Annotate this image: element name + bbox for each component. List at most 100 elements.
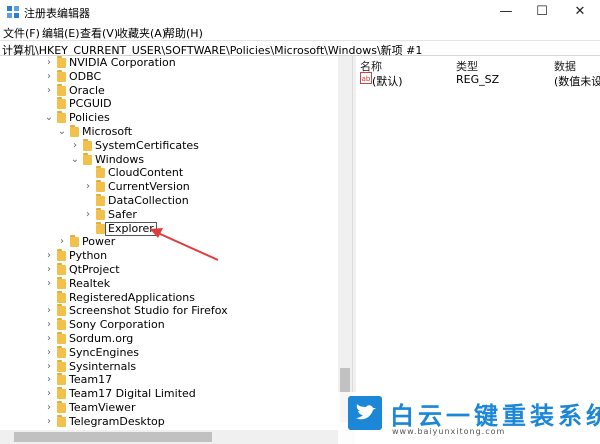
chevron-right-icon[interactable]: ›: [44, 70, 54, 84]
values-list[interactable]: 名称 类型 数据 ab (默认) REG_SZ (数值未设置): [356, 56, 600, 444]
tree-item[interactable]: › SystemCertificates: [0, 138, 338, 153]
tree-item-label: Sony Corporation: [69, 318, 165, 332]
folder-icon: [57, 359, 66, 372]
tree-item-label: Safer: [108, 207, 137, 221]
tree-item-label: Realtek: [69, 276, 111, 290]
tree-item[interactable]: › Oracle: [0, 83, 338, 98]
tree-item-label: RegisteredApplications: [69, 290, 195, 304]
close-button[interactable]: ✕: [560, 0, 600, 24]
menu-view[interactable]: 查看(V): [80, 25, 118, 41]
folder-icon: [57, 111, 66, 124]
tree-item[interactable]: CloudContent: [0, 166, 338, 180]
tree-item[interactable]: ⌄ Windows: [0, 152, 338, 167]
chevron-right-icon[interactable]: ›: [44, 249, 54, 263]
chevron-down-icon[interactable]: ⌄: [44, 111, 54, 125]
tree-item-label: PCGUID: [69, 97, 112, 111]
chevron-right-icon[interactable]: ›: [44, 263, 54, 277]
tree-item[interactable]: › SyncEngines: [0, 345, 338, 360]
folder-icon: [57, 304, 66, 317]
menu-help[interactable]: 帮助(H): [164, 25, 203, 41]
chevron-down-icon[interactable]: ⌄: [70, 153, 80, 167]
tree-item[interactable]: RegisteredApplications: [0, 290, 338, 305]
folder-icon: [70, 235, 79, 248]
tree-item[interactable]: PCGUID: [0, 97, 338, 111]
chevron-right-icon[interactable]: ›: [83, 180, 93, 194]
tree-item[interactable]: › Sordum.org: [0, 332, 338, 346]
folder-icon: [57, 318, 66, 331]
rename-key-input[interactable]: Explorer: [105, 221, 157, 236]
menu-edit[interactable]: 编辑(E): [42, 25, 80, 41]
tree-horizontal-scroll-thumb[interactable]: [14, 432, 212, 442]
tree-item-label: CloudContent: [108, 166, 184, 180]
chevron-right-icon[interactable]: ›: [44, 360, 54, 374]
menu-file[interactable]: 文件(F): [3, 25, 40, 41]
chevron-right-icon[interactable]: ›: [44, 415, 54, 429]
registry-tree[interactable]: › NVIDIA Corporation › ODBC › Oracle PCGUID ⌄ Po…: [0, 56, 352, 444]
tree-horizontal-scrollbar[interactable]: [0, 430, 352, 444]
chevron-right-icon[interactable]: ›: [44, 346, 54, 360]
folder-icon: [57, 276, 66, 289]
tree-item[interactable]: › Sony Corporation: [0, 318, 338, 332]
chevron-right-icon[interactable]: ›: [57, 235, 67, 249]
tree-item-label: Sysinternals: [69, 359, 137, 373]
tree-item[interactable]: › Power: [0, 235, 338, 249]
tree-item[interactable]: › Realtek: [0, 276, 338, 291]
tree-item[interactable]: › QtProject: [0, 263, 338, 277]
folder-icon: [57, 290, 66, 303]
title-bar: 注册表编辑器 — ☐ ✕: [0, 0, 600, 24]
chevron-right-icon[interactable]: ›: [44, 277, 54, 291]
chevron-right-icon[interactable]: ›: [70, 139, 80, 153]
tree-item[interactable]: › Python: [0, 249, 338, 263]
value-name[interactable]: (默认): [372, 73, 403, 89]
tree-item[interactable]: › Team17: [0, 373, 338, 387]
tree-item-label: TelegramDesktop: [69, 414, 165, 428]
chevron-down-icon[interactable]: ⌄: [57, 125, 67, 139]
tree-item-label: Team17: [69, 373, 113, 387]
watermark-url: www.baiyunxitong.com: [392, 427, 506, 436]
tree-item[interactable]: › NVIDIA Corporation: [0, 56, 338, 70]
menu-favorites[interactable]: 收藏夹(A): [117, 25, 166, 41]
tree-vertical-scrollbar[interactable]: [338, 56, 352, 430]
tree-item[interactable]: › Safer: [0, 207, 338, 222]
folder-icon: [96, 180, 105, 193]
chevron-right-icon[interactable]: ›: [44, 332, 54, 346]
folder-icon: [57, 263, 66, 275]
minimize-button[interactable]: —: [486, 0, 526, 24]
tree-item[interactable]: ⌄ Policies: [0, 111, 338, 125]
tree-item[interactable]: › CurrentVersion: [0, 180, 338, 194]
address-bar[interactable]: 计算机\HKEY_CURRENT_USER\SOFTWARE\Policies\…: [0, 40, 600, 57]
tree-item-label: Screenshot Studio for Firefox: [69, 304, 228, 318]
tree-item[interactable]: Explorer: [0, 221, 338, 236]
chevron-right-icon[interactable]: ›: [44, 318, 54, 332]
tree-item-label: Windows: [95, 152, 145, 166]
tree-item[interactable]: › TeamViewer: [0, 401, 338, 415]
folder-icon: [57, 345, 66, 358]
no-expander: [83, 222, 93, 236]
folder-icon: [83, 152, 92, 165]
tree-item-label: SyncEngines: [69, 345, 139, 359]
chevron-right-icon[interactable]: ›: [44, 56, 54, 70]
folder-icon: [57, 401, 66, 413]
folder-icon: [57, 249, 66, 262]
maximize-button[interactable]: ☐: [522, 0, 562, 24]
chevron-right-icon[interactable]: ›: [44, 387, 54, 401]
column-header-data[interactable]: 数据: [554, 58, 576, 74]
tree-item[interactable]: ⌄ Microsoft: [0, 125, 338, 139]
chevron-right-icon[interactable]: ›: [44, 373, 54, 387]
chevron-right-icon[interactable]: ›: [83, 208, 93, 222]
registry-editor-icon: [7, 6, 19, 18]
tree-item[interactable]: › TelegramDesktop: [0, 414, 338, 429]
tree-item-label: Oracle: [69, 83, 105, 97]
tree-item-label: Team17 Digital Limited: [69, 387, 196, 401]
tree-item[interactable]: › ODBC: [0, 69, 338, 84]
folder-icon: [57, 83, 66, 96]
tree-item[interactable]: › Screenshot Studio for Firefox: [0, 304, 338, 318]
tree-item[interactable]: › Sysinternals: [0, 359, 338, 374]
column-header-type[interactable]: 类型: [456, 58, 478, 74]
chevron-right-icon[interactable]: ›: [44, 304, 54, 318]
tree-item[interactable]: DataCollection: [0, 194, 338, 208]
tree-item[interactable]: › Team17 Digital Limited: [0, 387, 338, 401]
chevron-right-icon[interactable]: ›: [44, 401, 54, 415]
chevron-right-icon[interactable]: ›: [44, 84, 54, 98]
folder-icon: [57, 373, 66, 386]
